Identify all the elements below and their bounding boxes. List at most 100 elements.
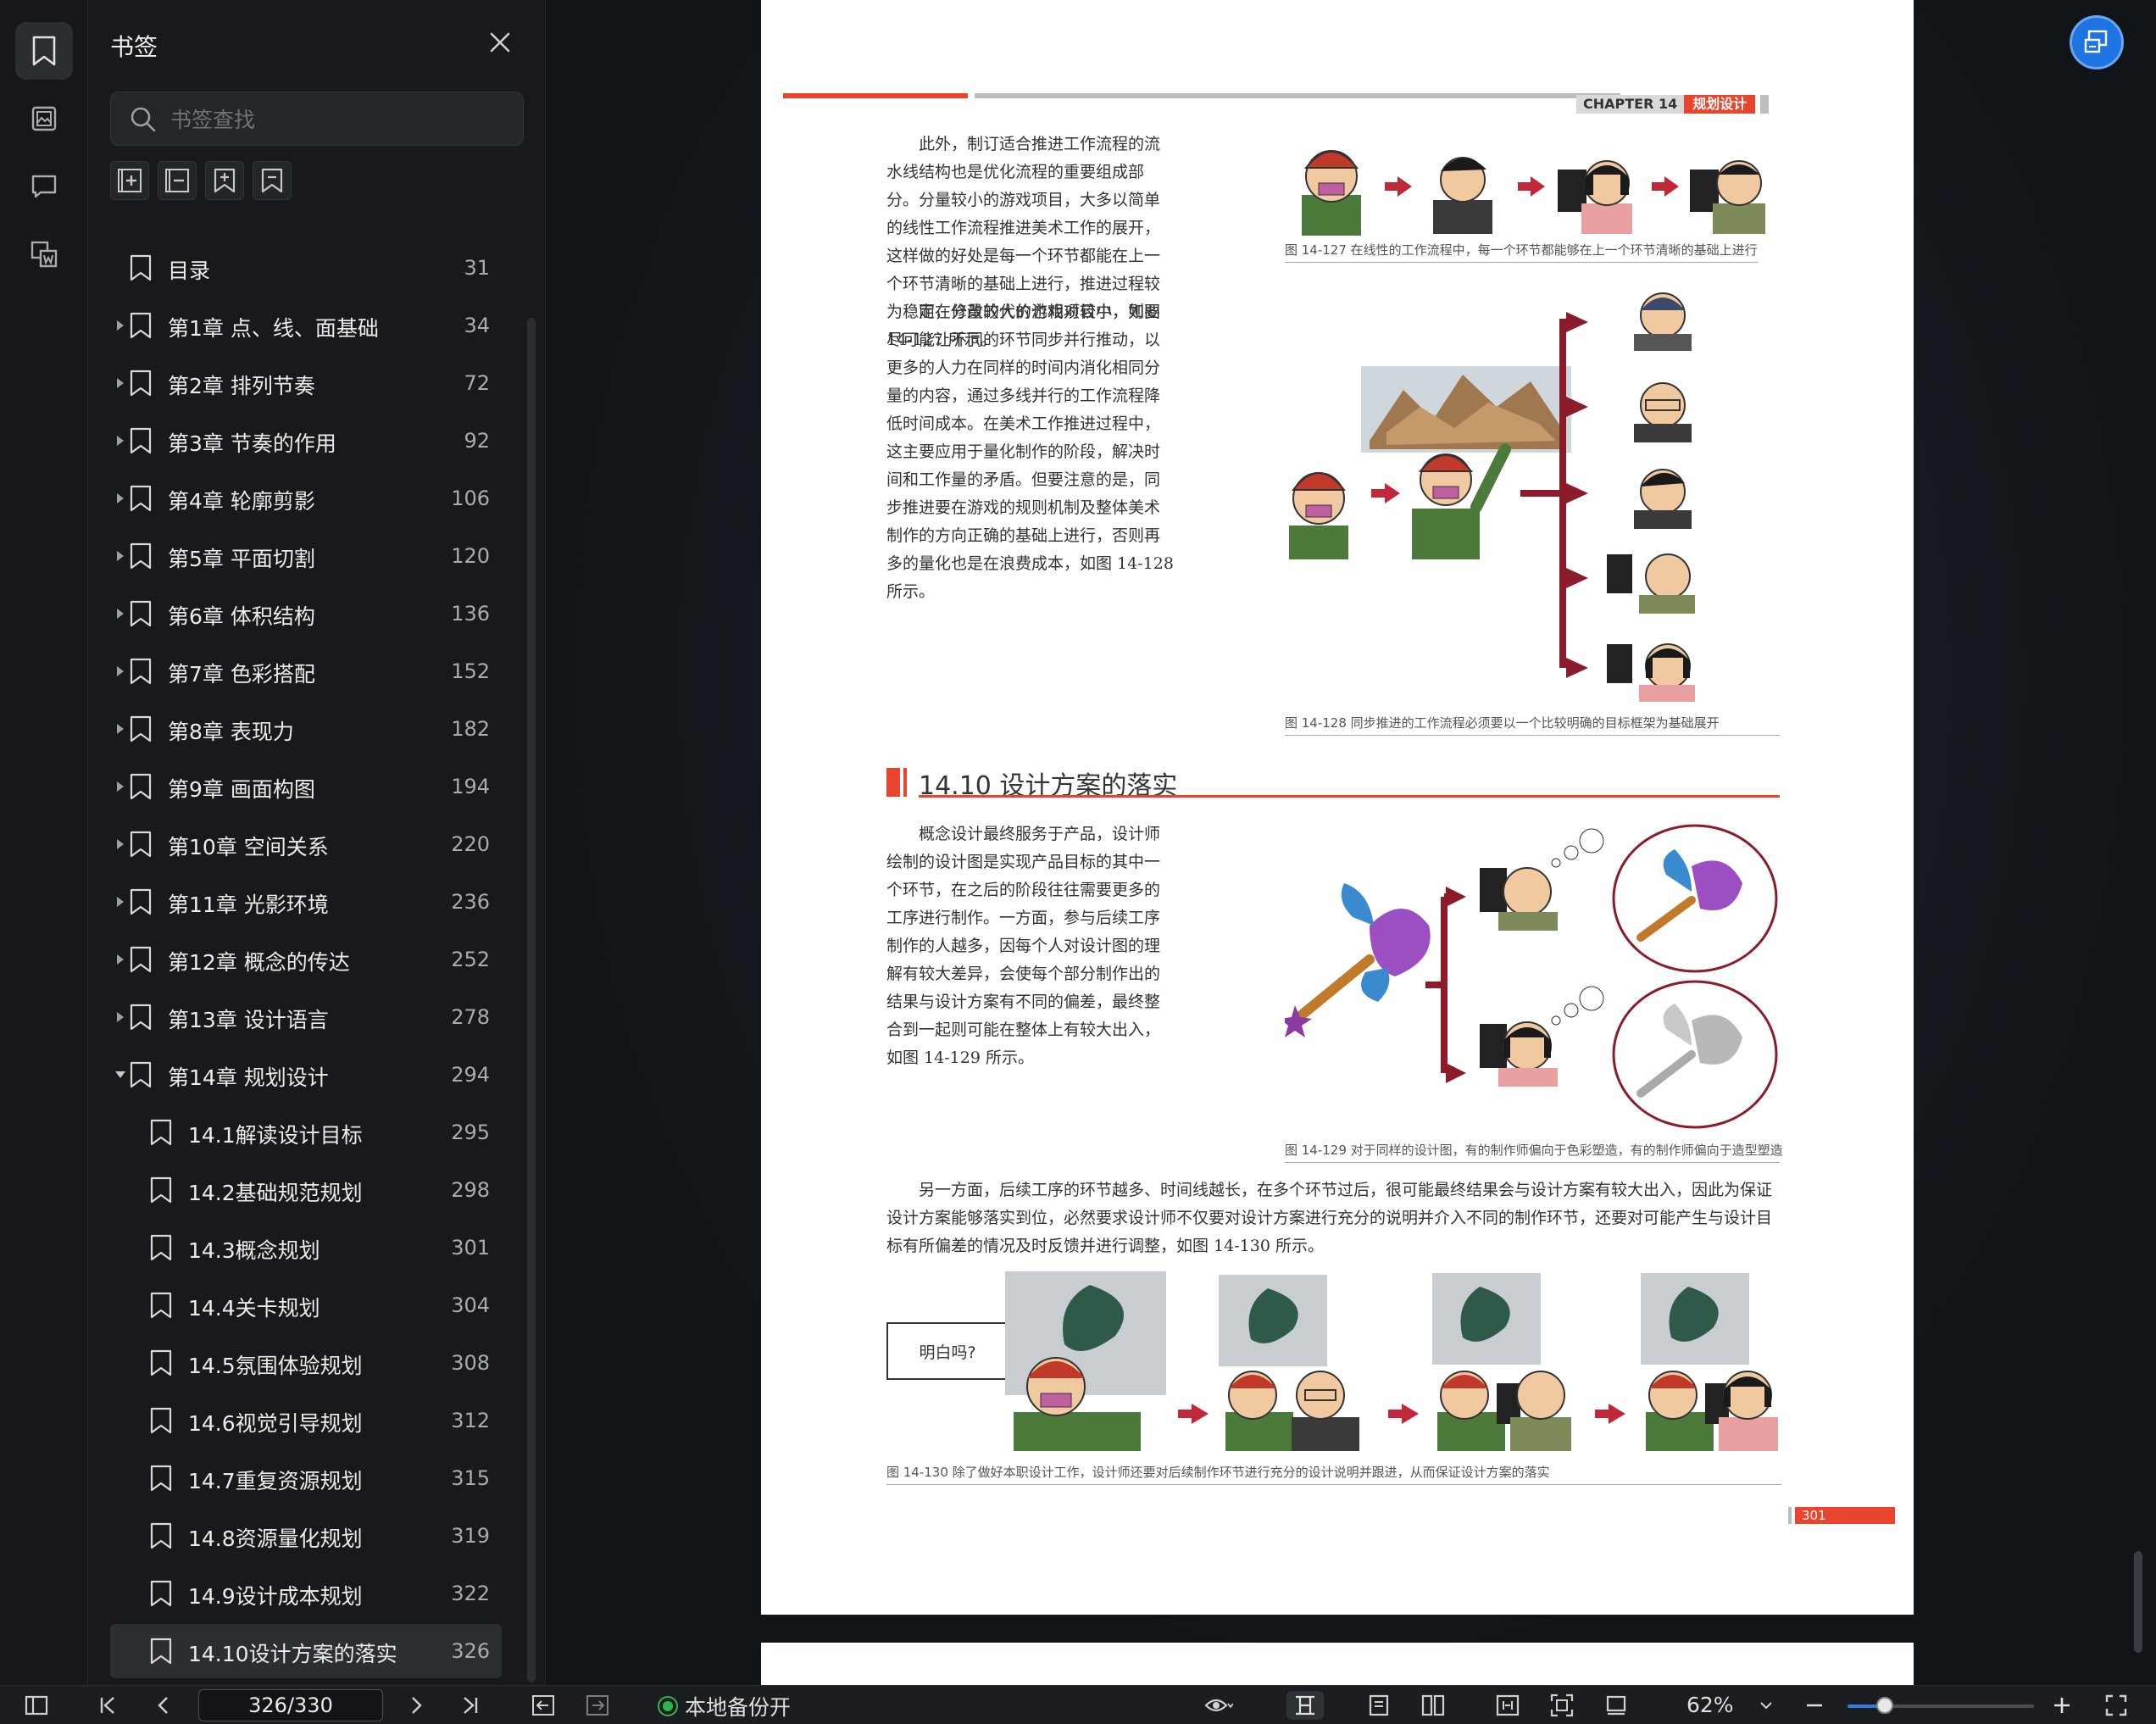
bookmark-item[interactable]: 第12章 概念的传达 252 bbox=[110, 932, 502, 987]
extract-panel-button[interactable] bbox=[15, 225, 73, 283]
bookmark-icon bbox=[130, 658, 152, 685]
single-page-icon bbox=[1369, 1694, 1389, 1716]
bookmark-item[interactable]: 14.6视觉引导规划 312 bbox=[110, 1393, 502, 1448]
zoom-slider-handle[interactable] bbox=[1876, 1697, 1893, 1714]
close-panel-button[interactable] bbox=[486, 29, 514, 56]
bookmark-item[interactable]: 第13章 设计语言 278 bbox=[110, 990, 502, 1044]
double-page-button[interactable] bbox=[1419, 1691, 1448, 1720]
caret-right-icon[interactable] bbox=[117, 551, 124, 561]
previous-page-button[interactable] bbox=[149, 1691, 178, 1720]
zoom-in-button[interactable] bbox=[2048, 1691, 2076, 1720]
bookmark-item[interactable]: 第14章 规划设计 294 bbox=[110, 1048, 502, 1102]
bookmark-item[interactable]: 第2章 排列节奏 72 bbox=[110, 356, 502, 410]
caret-down-icon[interactable] bbox=[115, 1071, 125, 1078]
bookmark-item[interactable]: 目录 31 bbox=[110, 241, 502, 295]
caret-right-icon[interactable] bbox=[117, 493, 124, 503]
zoom-out-button[interactable] bbox=[1800, 1691, 1829, 1720]
caret-right-icon[interactable] bbox=[117, 897, 124, 907]
bookmark-item[interactable]: 第10章 空间关系 220 bbox=[110, 817, 502, 871]
add-bookmark-button[interactable] bbox=[110, 161, 149, 200]
bookmark-page-number: 152 bbox=[451, 659, 490, 683]
bookmark-item[interactable]: 14.9设计成本规划 322 bbox=[110, 1566, 502, 1621]
caret-right-icon[interactable] bbox=[117, 609, 124, 619]
continuous-scroll-button[interactable] bbox=[1286, 1691, 1324, 1720]
section-rule bbox=[919, 795, 1780, 798]
caret-right-icon[interactable] bbox=[117, 954, 124, 965]
bookmark-search[interactable] bbox=[110, 92, 524, 146]
floating-action-button[interactable] bbox=[2070, 15, 2124, 70]
last-page-button[interactable] bbox=[456, 1691, 485, 1720]
bookmark-icon bbox=[130, 485, 152, 512]
zoom-level[interactable]: 62% bbox=[1686, 1693, 1734, 1717]
fullscreen-button[interactable] bbox=[2102, 1691, 2131, 1720]
bookmark-label: 14.1解读设计目标 bbox=[188, 1123, 363, 1148]
eye-icon bbox=[1204, 1699, 1233, 1712]
page-number-input[interactable]: 326/330 bbox=[198, 1689, 383, 1721]
bookmark-item[interactable]: 14.3概念规划 301 bbox=[110, 1221, 502, 1275]
bookmark-label: 14.8资源量化规划 bbox=[188, 1527, 363, 1551]
single-page-button[interactable] bbox=[1364, 1691, 1393, 1720]
bookmark-item[interactable]: 第6章 体积结构 136 bbox=[110, 587, 502, 641]
panel-title: 书签 bbox=[110, 33, 158, 61]
bookmark-page-number: 294 bbox=[451, 1063, 490, 1087]
zoom-dropdown[interactable] bbox=[1756, 1691, 1776, 1720]
bookmark-item[interactable]: 第4章 轮廓剪影 106 bbox=[110, 471, 502, 526]
fit-width-button[interactable] bbox=[1493, 1691, 1522, 1720]
bookmark-label: 14.7重复资源规划 bbox=[188, 1469, 363, 1493]
caret-right-icon[interactable] bbox=[117, 320, 124, 331]
rotate-button[interactable] bbox=[1602, 1691, 1631, 1720]
first-page-button[interactable] bbox=[93, 1691, 122, 1720]
comment-panel-button[interactable] bbox=[15, 158, 73, 215]
artist-presenting bbox=[1412, 443, 1511, 559]
bookmark-item[interactable]: 14.2基础规范规划 298 bbox=[110, 1163, 502, 1217]
panel-1 bbox=[1005, 1271, 1166, 1451]
zoom-slider[interactable] bbox=[1848, 1697, 2034, 1714]
bookmark-page-number: 298 bbox=[451, 1178, 490, 1202]
bookmark-item[interactable]: 第5章 平面切割 120 bbox=[110, 529, 502, 583]
bookmark-scrollbar[interactable] bbox=[527, 318, 536, 1682]
fit-page-button[interactable] bbox=[1548, 1691, 1576, 1720]
local-backup-toggle[interactable]: 本地备份开 bbox=[659, 1691, 791, 1721]
toggle-sidebar-button[interactable] bbox=[22, 1691, 51, 1720]
bookmark-item[interactable]: 14.8资源量化规划 319 bbox=[110, 1509, 502, 1563]
bookmark-icon bbox=[130, 312, 152, 339]
caret-right-icon[interactable] bbox=[117, 1012, 124, 1022]
caret-right-icon[interactable] bbox=[117, 666, 124, 676]
caret-right-icon[interactable] bbox=[117, 839, 124, 849]
bookmark-item[interactable]: 第1章 点、线、面基础 34 bbox=[110, 298, 502, 353]
bookmark-label: 第11章 光影环境 bbox=[168, 893, 329, 917]
extract-icon bbox=[31, 241, 58, 268]
thumbnail-panel-button[interactable] bbox=[15, 90, 73, 147]
bookmark-item[interactable]: 第8章 表现力 182 bbox=[110, 702, 502, 756]
bookmark-item[interactable]: 14.4关卡规划 304 bbox=[110, 1278, 502, 1332]
screen-share-icon bbox=[2084, 30, 2108, 53]
bookmark-item[interactable]: 第3章 节奏的作用 92 bbox=[110, 414, 502, 468]
branch-lines bbox=[1425, 887, 1466, 1083]
bookmark-panel-button[interactable] bbox=[15, 22, 73, 80]
bookmark-item[interactable]: 14.5氛围体验规划 308 bbox=[110, 1336, 502, 1390]
caret-right-icon[interactable] bbox=[117, 781, 124, 792]
forward-button[interactable] bbox=[583, 1691, 612, 1720]
document-scrollbar[interactable] bbox=[2134, 1551, 2142, 1653]
thumbnail-icon bbox=[31, 106, 57, 131]
bookmark-item[interactable]: 第7章 色彩搭配 152 bbox=[110, 644, 502, 698]
remove-bookmark-button[interactable] bbox=[158, 161, 197, 200]
expand-bookmark-button[interactable] bbox=[205, 161, 244, 200]
bookmark-label: 第10章 空间关系 bbox=[168, 835, 329, 859]
caret-right-icon[interactable] bbox=[117, 724, 124, 734]
bookmark-search-input[interactable] bbox=[170, 103, 509, 136]
bookmark-label: 14.10设计方案的落实 bbox=[188, 1642, 397, 1666]
back-button[interactable] bbox=[529, 1691, 558, 1720]
bookmark-page-number: 31 bbox=[464, 256, 490, 280]
bookmark-item[interactable]: 14.7重复资源规划 315 bbox=[110, 1451, 502, 1505]
bookmark-item[interactable]: 14.10设计方案的落实 326 bbox=[110, 1624, 502, 1678]
caret-right-icon[interactable] bbox=[117, 436, 124, 446]
bookmark-icon bbox=[130, 1061, 152, 1088]
bookmark-item[interactable]: 第9章 画面构图 194 bbox=[110, 759, 502, 814]
caret-right-icon[interactable] bbox=[117, 378, 124, 388]
view-mode-button[interactable] bbox=[1195, 1691, 1242, 1720]
next-page-button[interactable] bbox=[402, 1691, 431, 1720]
bookmark-outline-button[interactable] bbox=[253, 161, 292, 200]
bookmark-item[interactable]: 第11章 光影环境 236 bbox=[110, 875, 502, 929]
bookmark-item[interactable]: 14.1解读设计目标 295 bbox=[110, 1105, 502, 1160]
